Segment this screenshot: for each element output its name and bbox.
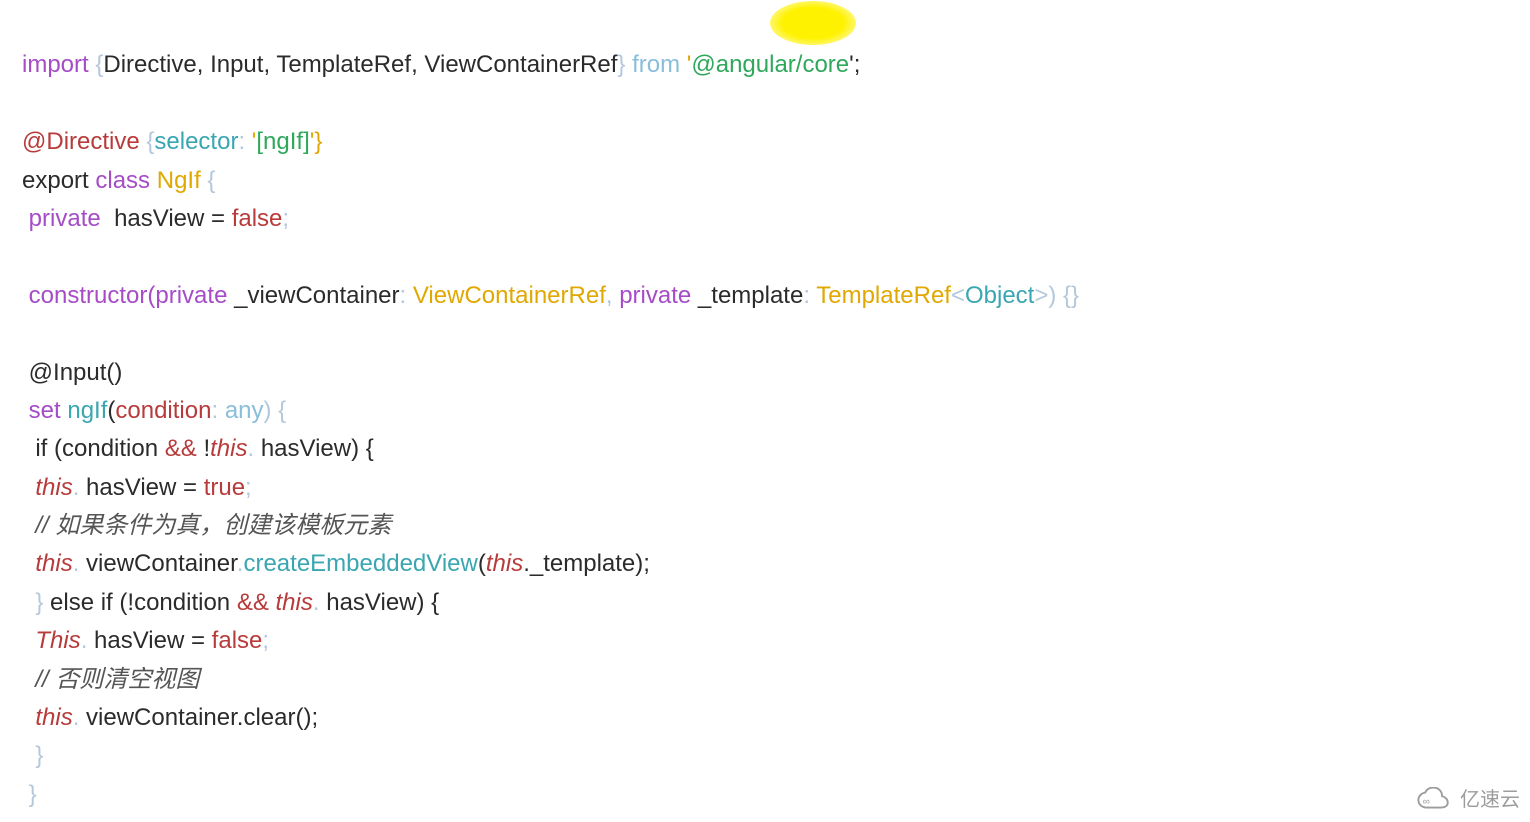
- token-angle: <: [951, 282, 965, 309]
- token-keyword: import: [22, 51, 89, 78]
- token-method: ngIf: [67, 397, 107, 424]
- token-dot: .: [81, 627, 88, 654]
- token-paren: (: [54, 435, 62, 462]
- token-dot: .: [73, 474, 80, 501]
- token-type: Object: [965, 282, 1034, 309]
- token-colon: :: [400, 282, 407, 309]
- token-identifier: condition: [62, 435, 158, 462]
- token-this: this: [210, 435, 247, 462]
- token-identifier: hasView: [86, 474, 176, 501]
- token-dot: .: [73, 550, 80, 577]
- token-comment: // 否则清空视图: [35, 666, 199, 693]
- token-brace: }: [35, 742, 43, 769]
- token-identifier: Directive, Input, TemplateRef, ViewConta…: [103, 51, 617, 78]
- token-semi: ;: [245, 474, 252, 501]
- token-dot: .: [247, 435, 254, 462]
- token-identifier: condition: [134, 589, 230, 616]
- token-this: this: [276, 589, 313, 616]
- token-this: this: [35, 704, 72, 731]
- token-colon: :: [803, 282, 810, 309]
- token-semi: ;: [262, 627, 269, 654]
- watermark: ∞ 亿速云: [1414, 784, 1520, 816]
- token-decorator: @Input(): [29, 359, 123, 386]
- token-identifier: _viewContainer: [234, 282, 399, 309]
- token-keyword: set: [29, 397, 61, 424]
- token-brace: >) {}: [1034, 282, 1079, 309]
- token-quote: '}: [310, 128, 323, 155]
- token-this: this: [35, 474, 72, 501]
- token-brace: {: [207, 167, 215, 194]
- token-keyword: private: [29, 205, 101, 232]
- highlight-circle: [770, 1, 856, 45]
- watermark-text: 亿速云: [1460, 784, 1520, 816]
- token-literal: false: [212, 627, 263, 654]
- token-this: this: [35, 550, 72, 577]
- token-string: @angular/core: [691, 51, 849, 78]
- token-identifier: hasView) {: [261, 435, 374, 462]
- token-type: TemplateRef: [816, 282, 951, 309]
- token-identifier: viewContainer.clear();: [86, 704, 318, 731]
- token-operator: &&: [237, 589, 269, 616]
- token-classname: NgIf: [157, 167, 201, 194]
- token-identifier: ._template);: [523, 550, 650, 577]
- token-identifier: viewContainer: [86, 550, 237, 577]
- token-identifier: _template: [698, 282, 803, 309]
- token-literal: false: [232, 205, 283, 232]
- token-operator: =: [183, 474, 197, 501]
- token-decorator: @Directive: [22, 128, 140, 155]
- token-keyword: private: [619, 282, 691, 309]
- token-keyword: constructor(: [29, 282, 156, 309]
- token-identifier: hasView: [114, 205, 204, 232]
- token-operator: =: [191, 627, 205, 654]
- token-comma: ,: [606, 282, 613, 309]
- token-keyword: private: [155, 282, 227, 309]
- token-colon: :: [238, 128, 245, 155]
- token-method: createEmbeddedView: [243, 550, 477, 577]
- token-this: This: [35, 627, 80, 654]
- cloud-icon: ∞: [1414, 787, 1454, 813]
- token-identifier: hasView: [94, 627, 184, 654]
- token-brace: }: [29, 781, 37, 808]
- token-property: selector: [154, 128, 238, 155]
- token-type: any: [225, 397, 264, 424]
- token-semi: ;: [282, 205, 289, 232]
- token-dot: .: [73, 704, 80, 731]
- token-quote: ';: [849, 51, 860, 78]
- token-keyword: export: [22, 167, 89, 194]
- token-keyword: else if: [50, 589, 113, 616]
- token-paren: (: [478, 550, 486, 577]
- token-identifier: hasView) {: [326, 589, 439, 616]
- svg-text:∞: ∞: [1423, 796, 1430, 807]
- token-comment: // 如果条件为真，创建该模板元素: [35, 512, 391, 539]
- token-param: condition: [115, 397, 211, 424]
- token-operator: =: [211, 205, 225, 232]
- token-brace: }: [35, 589, 43, 616]
- token-keyword: if: [35, 435, 47, 462]
- token-colon: :: [211, 397, 218, 424]
- token-this: this: [486, 550, 523, 577]
- code-block: import { Directive, Input, TemplateRef, V…: [0, 0, 1530, 822]
- token-keyword: from: [632, 51, 680, 78]
- token-dot: .: [313, 589, 320, 616]
- token-brace: }: [617, 51, 625, 78]
- token-type: ViewContainerRef: [413, 282, 606, 309]
- token-operator: &&: [165, 435, 197, 462]
- token-literal: true: [204, 474, 245, 501]
- token-brace: ) {: [264, 397, 287, 424]
- token-keyword: class: [95, 167, 150, 194]
- token-string: [ngIf]: [256, 128, 309, 155]
